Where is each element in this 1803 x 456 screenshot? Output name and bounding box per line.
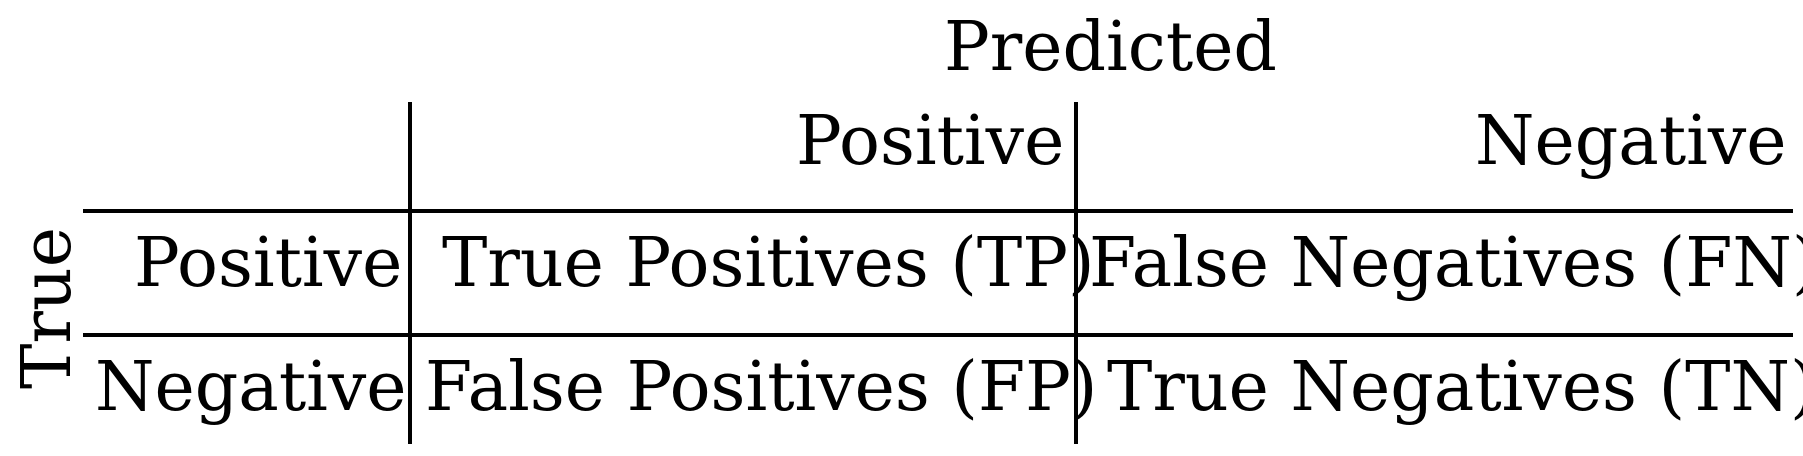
column-header-positive: Positive — [796, 102, 1065, 181]
confusion-matrix: Predicted Positive Negative Positive Neg… — [0, 0, 1803, 456]
cell-false-negatives: False Negatives (FN) — [1089, 224, 1803, 303]
column-header-negative: Negative — [1475, 102, 1787, 181]
horizontal-divider-top — [83, 209, 1793, 213]
row-header-negative: Negative — [95, 348, 407, 427]
true-header: True — [8, 227, 87, 389]
cell-true-negatives: True Negatives (TN) — [1107, 348, 1803, 427]
row-header-positive: Positive — [134, 224, 403, 303]
cell-false-positives: False Positives (FP) — [425, 348, 1098, 427]
vertical-divider-left — [408, 102, 412, 444]
horizontal-divider-middle — [83, 333, 1793, 337]
cell-true-positives: True Positives (TP) — [442, 224, 1095, 303]
predicted-header: Predicted — [944, 8, 1277, 87]
